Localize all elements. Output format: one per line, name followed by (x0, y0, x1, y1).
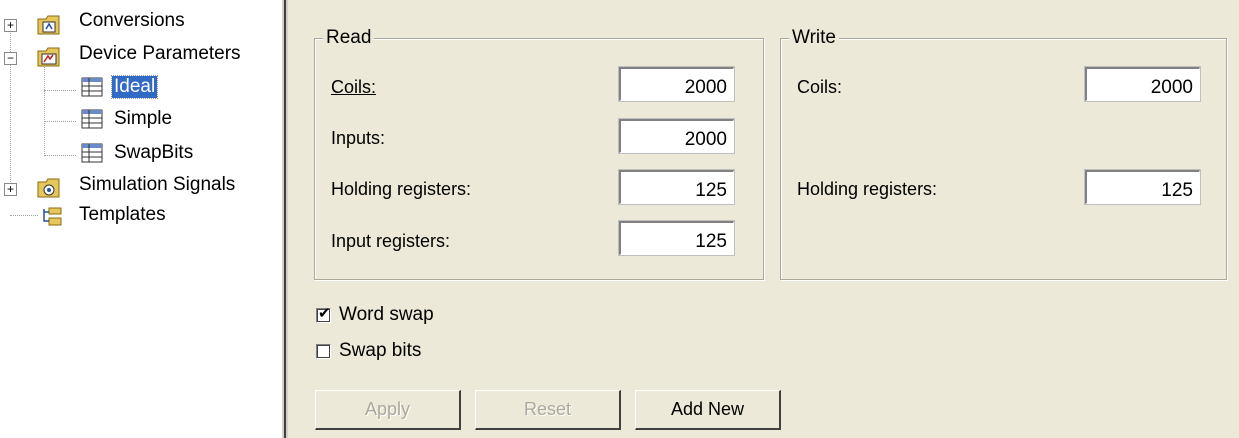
device-table-icon (80, 142, 104, 164)
read-inputs-label: Inputs: (331, 128, 386, 148)
tree-item-device-parameters[interactable]: Device Parameters (79, 43, 241, 65)
device-table-icon (80, 108, 104, 130)
read-coils-label: Coils: (331, 77, 377, 97)
tree-item-simulation-signals[interactable]: Simulation Signals (79, 174, 235, 196)
word-swap-label: Word swap (339, 304, 434, 325)
expand-conversions-button[interactable]: + (4, 19, 17, 32)
write-holding-registers-input[interactable] (1084, 169, 1201, 205)
swap-bits-checkbox[interactable] (316, 343, 331, 359)
reset-button[interactable]: Reset (475, 390, 621, 430)
read-holding-registers-input[interactable] (618, 169, 735, 205)
swap-bits-label: Swap bits (339, 340, 422, 361)
templates-icon (40, 206, 64, 228)
read-group-title: Read (323, 27, 375, 49)
read-input-registers-input[interactable] (618, 220, 735, 256)
write-group-title: Write (789, 27, 839, 49)
collapse-device-parameters-button[interactable]: − (4, 52, 17, 65)
apply-button[interactable]: Apply (315, 390, 461, 430)
tree-connector (44, 155, 76, 156)
tree-item-conversions[interactable]: Conversions (79, 10, 185, 32)
add-new-button[interactable]: Add New (635, 390, 781, 430)
folder-simulation-icon (37, 177, 61, 199)
tree-item-simple[interactable]: Simple (114, 108, 172, 130)
tree-connector (44, 90, 76, 91)
folder-conversions-icon (37, 14, 61, 36)
tree-item-templates[interactable]: Templates (79, 204, 166, 226)
tree-view[interactable]: + Conversions − Device Parameters Ideal (0, 0, 268, 438)
word-swap-checkbox[interactable]: ✔ (316, 304, 331, 323)
tree-connector (44, 64, 45, 156)
check-mark-icon: ✔ (318, 304, 331, 322)
tree-item-ideal[interactable]: Ideal (110, 75, 159, 99)
write-coils-label: Coils: (797, 77, 843, 97)
pane-splitter-line (284, 0, 286, 438)
tree-connector (44, 121, 76, 122)
device-parameters-panel: Read Coils: Inputs: Holding registers: I… (288, 0, 1239, 438)
read-inputs-input[interactable] (618, 118, 735, 154)
read-coils-input[interactable] (618, 66, 735, 102)
expand-simulation-signals-button[interactable]: + (4, 183, 17, 196)
write-coils-input[interactable] (1084, 66, 1201, 102)
device-table-icon (80, 76, 104, 98)
folder-device-icon (37, 46, 61, 68)
word-swap-option[interactable]: ✔ Word swap (316, 304, 434, 326)
write-holding-registers-label: Holding registers: (797, 179, 938, 199)
tree-item-swapbits[interactable]: SwapBits (114, 142, 193, 164)
swap-bits-option[interactable]: Swap bits (316, 340, 421, 362)
read-input-registers-label: Input registers: (331, 231, 451, 251)
tree-connector (10, 215, 38, 216)
read-holding-registers-label: Holding registers: (331, 179, 472, 199)
